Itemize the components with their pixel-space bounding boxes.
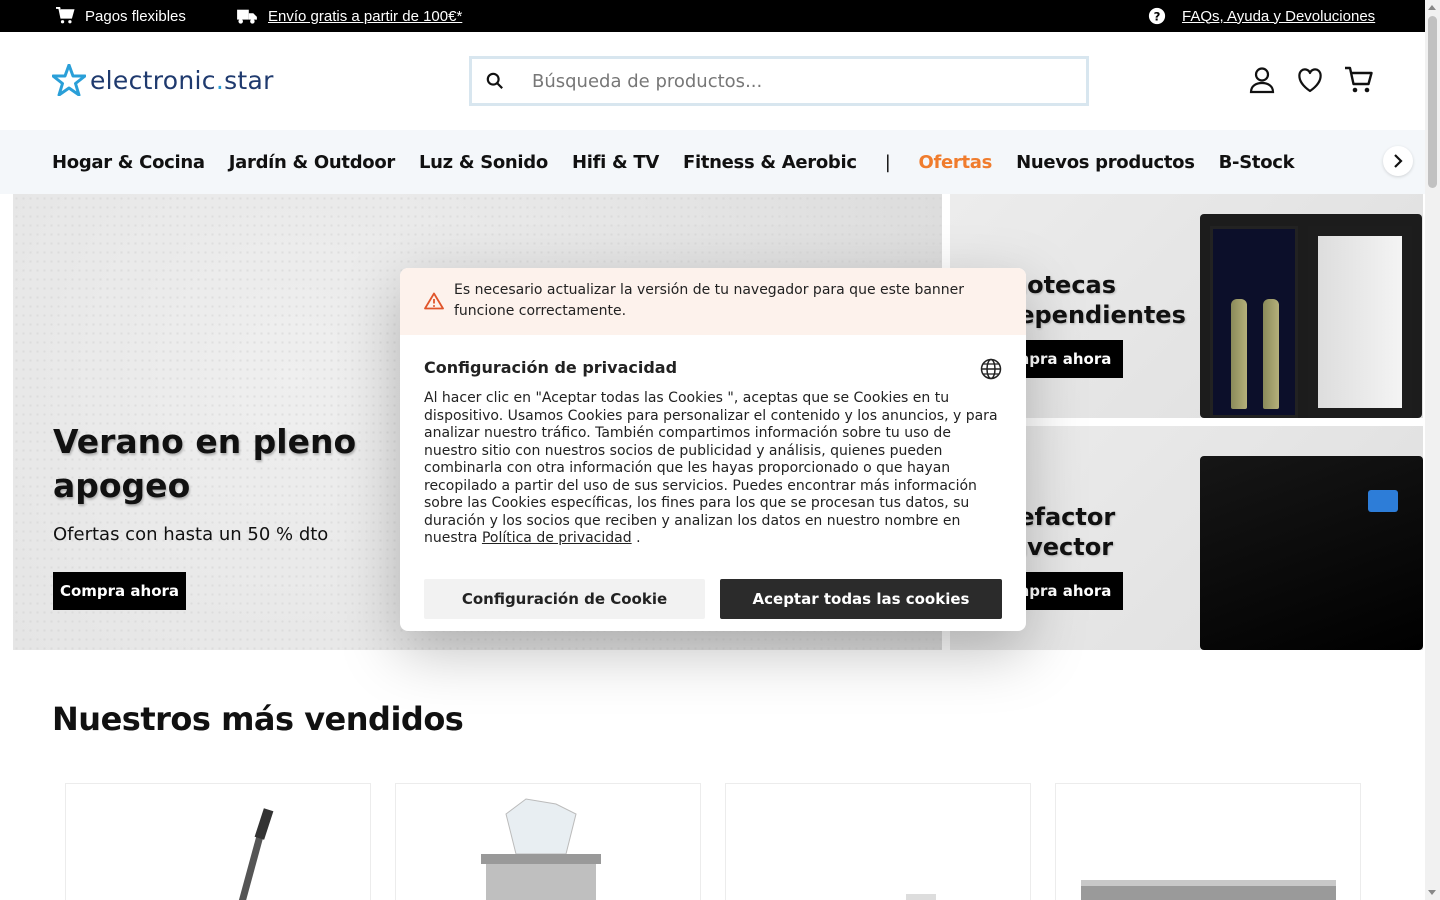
help-link[interactable]: FAQs, Ayuda y Devoluciones: [1182, 8, 1375, 25]
nav-item-home-kitchen[interactable]: Hogar & Cocina: [52, 152, 205, 173]
nav-item-b-stock[interactable]: B-Stock: [1219, 152, 1295, 173]
user-icon[interactable]: [1248, 66, 1276, 94]
nav-item-fitness[interactable]: Fitness & Aerobic: [683, 152, 857, 173]
search-box[interactable]: [469, 56, 1089, 106]
accept-all-cookies-button[interactable]: Aceptar todas las cookies: [720, 579, 1002, 619]
product-card[interactable]: [725, 783, 1031, 900]
nav-item-new-products[interactable]: Nuevos productos: [1016, 152, 1195, 173]
privacy-title: Configuración de privacidad: [424, 358, 678, 377]
warning-text: Es necesario actualizar la versión de tu…: [454, 282, 965, 319]
flexible-payments: Pagos flexibles: [55, 0, 186, 32]
cart-icon[interactable]: [1344, 66, 1374, 94]
truck-icon: [237, 9, 257, 24]
cookie-consent-dialog: Es necesario actualizar la versión de tu…: [400, 268, 1026, 631]
product-card[interactable]: [65, 783, 371, 900]
cookie-settings-button[interactable]: Configuración de Cookie: [424, 579, 705, 619]
warning-icon: [424, 292, 444, 314]
hero-shop-button[interactable]: Compra ahora: [53, 572, 186, 610]
search-input[interactable]: [518, 70, 1086, 92]
free-shipping[interactable]: Envío gratis a partir de 100€*: [236, 0, 462, 32]
top-info-bar: Pagos flexibles Envío gratis a partir de…: [0, 0, 1425, 32]
shipping-link[interactable]: Envío gratis a partir de 100€*: [268, 8, 462, 25]
page-scrollbar[interactable]: [1425, 0, 1440, 900]
heart-icon[interactable]: [1296, 67, 1324, 93]
logo-text: electronic.star: [90, 65, 274, 95]
product-image: [238, 808, 274, 900]
logo[interactable]: electronic.star: [52, 64, 274, 96]
chevron-right-icon: [1394, 154, 1403, 168]
header-actions: [1248, 66, 1374, 94]
main-nav: Hogar & Cocina Jardín & Outdoor Luz & So…: [0, 130, 1425, 194]
hero-subtitle: Ofertas con hasta un 50 % dto: [53, 524, 329, 545]
scroll-thumb[interactable]: [1428, 16, 1437, 188]
hero-title: Verano en pleno apogeo: [53, 422, 357, 505]
scroll-down-arrow[interactable]: [1428, 890, 1436, 895]
search-icon[interactable]: [472, 72, 518, 90]
cart-icon: [56, 7, 75, 24]
nav-item-offers[interactable]: Ofertas: [918, 152, 992, 173]
product-image: [906, 894, 936, 900]
nav-next-button[interactable]: [1383, 146, 1413, 176]
scroll-up-arrow[interactable]: [1428, 5, 1436, 10]
nav-separator: |: [884, 151, 891, 173]
site-header: electronic.star: [0, 32, 1425, 130]
help-area[interactable]: ? FAQs, Ayuda y Devoluciones: [1148, 0, 1375, 32]
nav-item-hifi-tv[interactable]: Hifi & TV: [572, 152, 659, 173]
privacy-policy-link[interactable]: Política de privacidad: [482, 530, 632, 546]
product-image: [1081, 880, 1336, 900]
product-cards: [65, 783, 1361, 900]
heater-image: [1200, 456, 1423, 650]
nav-item-light-sound[interactable]: Luz & Sonido: [419, 152, 548, 173]
payments-label: Pagos flexibles: [85, 7, 186, 25]
product-card[interactable]: [1055, 783, 1361, 900]
privacy-text: Al hacer clic en "Aceptar todas las Cook…: [424, 390, 998, 546]
bestsellers-title: Nuestros más vendidos: [52, 700, 464, 738]
star-logo-icon: [52, 64, 86, 96]
promo-title: notecas lependientes: [1010, 271, 1186, 329]
browser-warning: Es necesario actualizar la versión de tu…: [400, 268, 1026, 335]
product-image: [481, 798, 601, 900]
question-icon: ?: [1148, 7, 1166, 25]
nav-item-garden[interactable]: Jardín & Outdoor: [229, 152, 396, 173]
wine-cooler-image: [1200, 214, 1422, 418]
product-card[interactable]: [395, 783, 701, 900]
globe-icon[interactable]: [980, 358, 1002, 384]
svg-text:?: ?: [1154, 10, 1161, 24]
